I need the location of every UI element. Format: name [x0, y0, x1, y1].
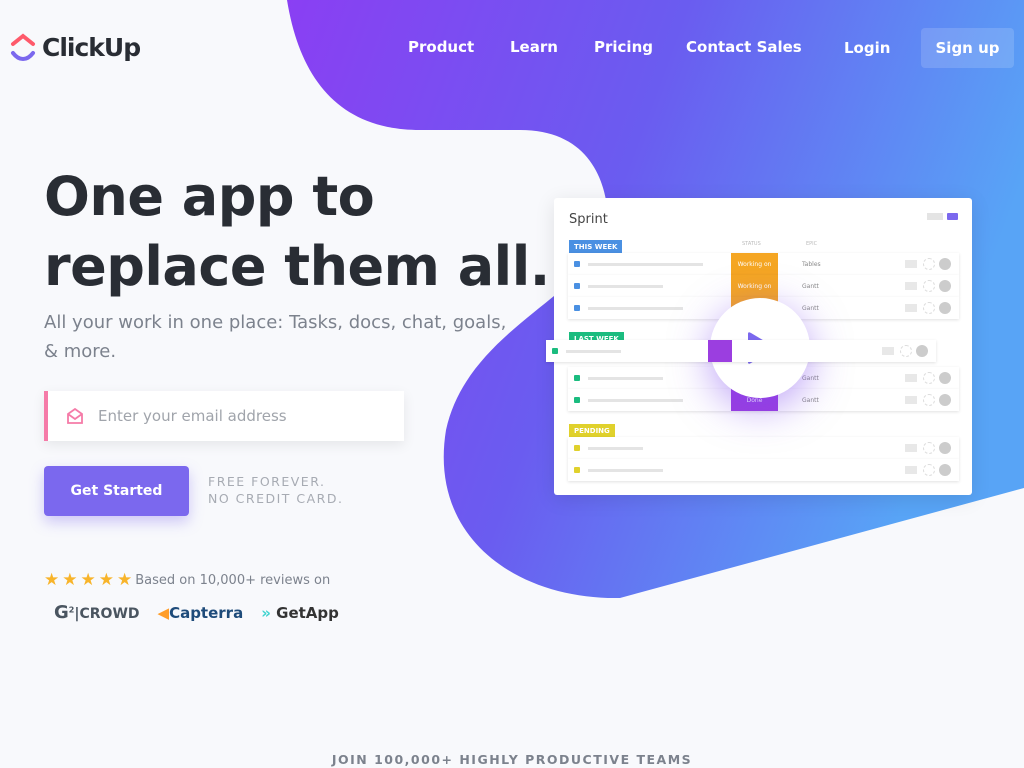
clickup-logo-icon [11, 33, 35, 61]
star-icon: ★ [80, 570, 96, 590]
epic-label: Gantt [802, 282, 819, 290]
task-row[interactable] [546, 340, 936, 362]
task-row[interactable] [568, 437, 959, 459]
task-row[interactable]: Working on Gantt [568, 275, 959, 297]
hero-subtitle: All your work in one place: Tasks, docs,… [44, 312, 507, 362]
group-label: THIS WEEK [569, 240, 623, 254]
star-icon: ★ [117, 570, 133, 590]
free-note: FREE FOREVER. NO CREDIT CARD. [208, 473, 343, 507]
epic-label: Gantt [802, 374, 819, 382]
task-title-placeholder [588, 376, 663, 380]
star-icon: ★ [98, 570, 114, 590]
assignee-empty-icon [900, 345, 912, 357]
brand-name: ClickUp [42, 32, 141, 62]
free-forever: FREE FOREVER. [208, 474, 326, 489]
tag-placeholder [905, 260, 917, 268]
sprint-preview[interactable]: Sprint STATUS EPIC THIS WEEK Working on Ta… [546, 198, 972, 495]
task-dot [574, 397, 580, 403]
epic-label: Tables [802, 260, 821, 268]
avatar [939, 394, 951, 406]
tag-placeholder [905, 282, 917, 290]
login-link[interactable]: Login [844, 39, 890, 57]
tag-placeholder [905, 374, 917, 382]
avatar [939, 464, 951, 476]
task-dot [574, 305, 580, 311]
tag-placeholder [905, 444, 917, 452]
epic-label: Gantt [802, 304, 819, 312]
task-dot [574, 445, 580, 451]
task-dot [574, 467, 580, 473]
tag-placeholder [905, 466, 917, 474]
status-badge[interactable]: Working on [731, 275, 778, 297]
email-field[interactable] [44, 391, 404, 441]
assignee-empty-icon [923, 464, 935, 476]
envelope-icon [67, 408, 83, 424]
epic-header: EPIC [806, 241, 818, 247]
rating: ★ ★ ★ ★ ★ Based on 10,000+ reviews on [44, 570, 330, 590]
task-title-placeholder [588, 468, 663, 472]
get-started-button[interactable]: Get Started [44, 466, 189, 516]
star-icon: ★ [62, 570, 78, 590]
no-credit-card: NO CREDIT CARD. [208, 491, 344, 506]
avatar [939, 280, 951, 292]
email-input[interactable] [98, 407, 378, 425]
title-line-1: One app to [44, 165, 375, 228]
task-dot [574, 375, 580, 381]
title-line-2: replace them all. [44, 235, 550, 298]
nav-pricing[interactable]: Pricing [594, 38, 653, 56]
assignee-empty-icon [923, 372, 935, 384]
task-dot [552, 348, 558, 354]
nav-learn[interactable]: Learn [510, 38, 558, 56]
join-teams-text: JOIN 100,000+ HIGHLY PRODUCTIVE TEAMS [331, 752, 693, 767]
task-row[interactable]: Working on Tables [568, 253, 959, 275]
avatar [939, 302, 951, 314]
sprint-title: Sprint [569, 212, 608, 227]
task-title-placeholder [566, 349, 621, 353]
avatar [939, 442, 951, 454]
nav-contact-sales[interactable]: Contact Sales [686, 38, 802, 56]
task-dot [574, 261, 580, 267]
assignee-empty-icon [923, 280, 935, 292]
getapp-logo: » GetApp [261, 603, 339, 622]
reviews-text: Based on 10,000+ reviews on [135, 572, 331, 588]
avatar [939, 372, 951, 384]
signup-button[interactable]: Sign up [921, 28, 1014, 68]
task-title-placeholder [588, 262, 703, 266]
clickup-logo[interactable]: ClickUp [10, 32, 141, 62]
status-badge[interactable]: Working on [731, 253, 778, 275]
capterra-logo: ◀Capterra [157, 603, 244, 622]
task-row[interactable] [568, 459, 959, 481]
nav-product[interactable]: Product [408, 38, 474, 56]
task-title-placeholder [588, 306, 683, 310]
g2crowd-logo: G2|CROWD [54, 602, 140, 623]
status-badge[interactable] [708, 340, 732, 362]
task-title-placeholder [588, 446, 643, 450]
task-title-placeholder [588, 398, 683, 402]
epic-label: Gantt [802, 396, 819, 404]
assignee-empty-icon [923, 442, 935, 454]
avatar [916, 345, 928, 357]
assignee-empty-icon [923, 394, 935, 406]
tag-placeholder [905, 396, 917, 404]
group-label: PENDING [569, 424, 615, 438]
avatar [939, 258, 951, 270]
tag-placeholder [905, 304, 917, 312]
view-toggle [927, 213, 958, 220]
assignee-empty-icon [923, 258, 935, 270]
status-header: STATUS [742, 241, 761, 247]
task-dot [574, 283, 580, 289]
star-icon: ★ [44, 570, 60, 590]
assignee-empty-icon [923, 302, 935, 314]
task-title-placeholder [588, 284, 663, 288]
hero-title: One app to replace them all. [44, 162, 564, 302]
tag-placeholder [882, 347, 894, 355]
